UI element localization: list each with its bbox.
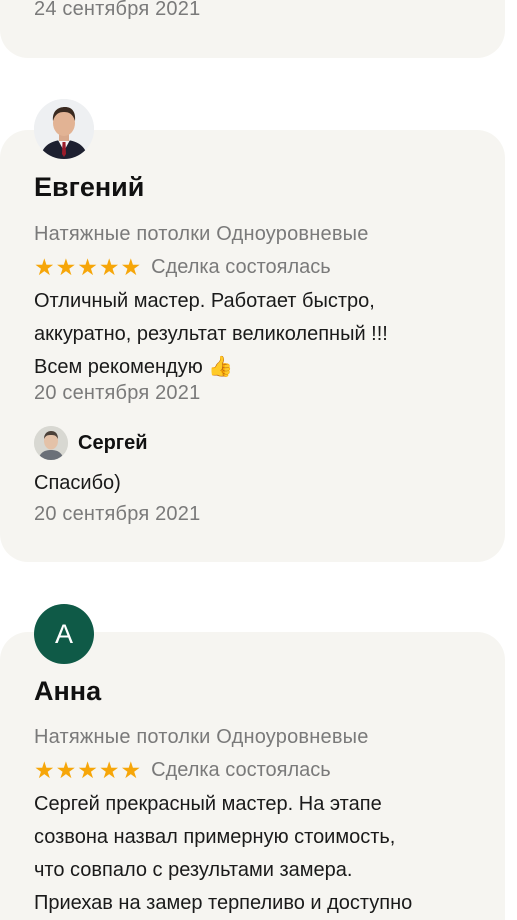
review-text: Сергей прекрасный мастер. На этапе созво…: [34, 788, 412, 920]
avatar[interactable]: [34, 99, 94, 159]
review-date: 20 сентября 2021: [34, 382, 201, 404]
star-icon: ★: [120, 757, 142, 783]
star-icon: ★: [98, 254, 120, 280]
reply-author[interactable]: Сергей: [78, 432, 148, 455]
reply-date: 20 сентября 2021: [34, 503, 201, 525]
avatar[interactable]: А: [34, 604, 94, 664]
review-category: Натяжные потолки Одноуровневые: [34, 726, 369, 748]
review-author[interactable]: Анна: [34, 676, 101, 707]
review-text-line: что совпало с результами замера.: [34, 859, 353, 881]
review-author[interactable]: Евгений: [34, 172, 144, 203]
review-date: 24 сентября 2021: [34, 0, 201, 20]
star-icon: ★: [55, 254, 77, 280]
review-text-line: Отличный мастер. Работает быстро,: [34, 290, 375, 312]
deal-status: Сделка состоялась: [151, 255, 331, 278]
review-text-line: аккуратно, результат великолепный !!!: [34, 323, 388, 345]
review-category: Натяжные потолки Одноуровневые: [34, 223, 369, 245]
user-photo-icon: [34, 426, 68, 460]
reply-header: Сергей: [34, 426, 148, 460]
deal-status: Сделка состоялась: [151, 758, 331, 781]
review-text-line: Сергей прекрасный мастер. На этапе: [34, 793, 382, 815]
review-text-line: созвона назвал примерную стоимость,: [34, 826, 396, 848]
star-icon: ★: [77, 757, 98, 783]
star-icon: ★: [34, 757, 55, 783]
star-icon: ★: [120, 254, 142, 280]
reply-text: Спасибо): [34, 472, 121, 494]
review-text: Отличный мастер. Работает быстро, аккура…: [34, 285, 388, 384]
review-text-fragment: Всем рекомендую: [34, 356, 203, 378]
star-rating: ★ ★ ★ ★ ★: [34, 255, 141, 279]
star-icon: ★: [98, 757, 120, 783]
star-icon: ★: [77, 254, 98, 280]
user-photo-icon: [34, 99, 94, 159]
star-icon: ★: [55, 757, 77, 783]
rating-row: ★ ★ ★ ★ ★ Сделка состоялась: [34, 758, 331, 782]
star-rating: ★ ★ ★ ★ ★: [34, 758, 141, 782]
review-text-line: Всем рекомендую 👍: [34, 351, 388, 384]
star-icon: ★: [34, 254, 55, 280]
avatar[interactable]: [34, 426, 68, 460]
reviews-page: 24 сентября 2021 Евгений Натяжные потолк…: [0, 0, 517, 920]
thumbs-up-icon: 👍: [208, 356, 234, 378]
review-text-line: Приехав на замер терпеливо и доступно: [34, 892, 413, 914]
rating-row: ★ ★ ★ ★ ★ Сделка состоялась: [34, 255, 331, 279]
